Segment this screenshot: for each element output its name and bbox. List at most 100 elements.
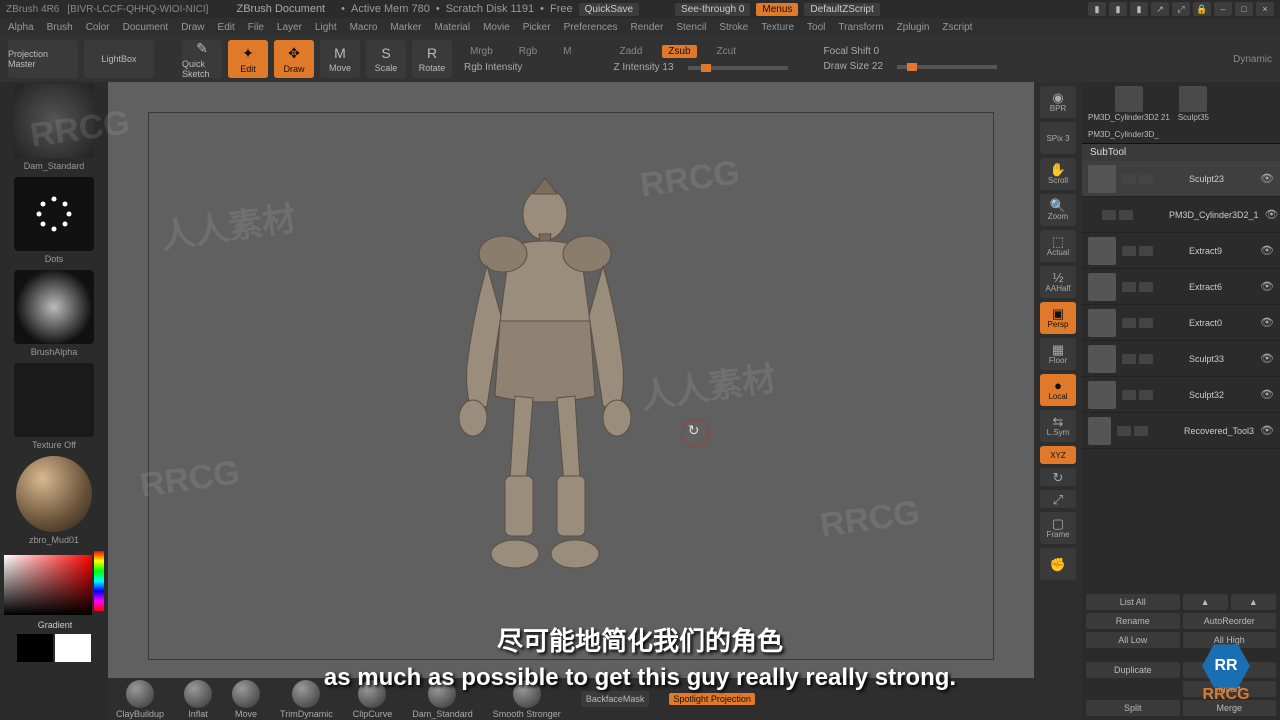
mrgb-toggle[interactable]: Mrgb xyxy=(464,45,499,58)
menu-material[interactable]: Material xyxy=(435,22,471,33)
material-thumbnail[interactable] xyxy=(16,456,92,532)
xyz-button[interactable]: XYZ xyxy=(1040,446,1076,464)
spix-button[interactable]: SPix 3 xyxy=(1040,122,1076,154)
subtool-row[interactable]: PM3D_Cylinder3D2_1👁 xyxy=(1082,197,1280,233)
draw-button[interactable]: ✥Draw xyxy=(274,40,314,78)
stroke-thumbnail[interactable] xyxy=(14,177,94,251)
backface-mask-toggle[interactable]: BackfaceMask xyxy=(581,691,650,707)
titlebar-icon[interactable]: ▮ xyxy=(1088,2,1106,16)
zoom-button[interactable]: 🔍Zoom xyxy=(1040,194,1076,226)
menu-texture[interactable]: Texture xyxy=(761,22,794,33)
texture-thumbnail[interactable] xyxy=(14,363,94,437)
scale-button[interactable]: SScale xyxy=(366,40,406,78)
eye-icon[interactable]: 👁 xyxy=(1260,280,1274,293)
zcut-toggle[interactable]: Zcut xyxy=(711,45,742,58)
hue-bar[interactable] xyxy=(94,551,104,611)
dynamic-toggle[interactable]: Dynamic xyxy=(1233,54,1272,65)
subtool-header[interactable]: SubTool xyxy=(1082,143,1280,161)
menu-file[interactable]: File xyxy=(248,22,264,33)
subtool-row[interactable]: Sculpt32👁 xyxy=(1082,377,1280,413)
hand-button[interactable]: ✊ xyxy=(1040,548,1076,580)
menu-tool[interactable]: Tool xyxy=(807,22,825,33)
titlebar-icon[interactable]: ⤢ xyxy=(1172,2,1190,16)
edit-button[interactable]: ✦Edit xyxy=(228,40,268,78)
menu-alpha[interactable]: Alpha xyxy=(8,22,34,33)
close-icon[interactable]: × xyxy=(1256,2,1274,16)
expand-button[interactable]: ⤢ xyxy=(1040,490,1076,508)
minimize-icon[interactable]: – xyxy=(1214,2,1232,16)
persp-button[interactable]: ▣Persp xyxy=(1040,302,1076,334)
menu-movie[interactable]: Movie xyxy=(483,22,510,33)
menu-stencil[interactable]: Stencil xyxy=(676,22,706,33)
list-all-button[interactable]: List All xyxy=(1086,594,1180,610)
rgb-toggle[interactable]: Rgb xyxy=(513,45,543,58)
quicksave-button[interactable]: QuickSave xyxy=(579,3,639,16)
menu-brush[interactable]: Brush xyxy=(47,22,73,33)
frame-button[interactable]: ▢Frame xyxy=(1040,512,1076,544)
split-button[interactable]: Split xyxy=(1086,700,1180,716)
m-toggle[interactable]: M xyxy=(557,45,577,58)
subtool-row[interactable]: Extract9👁 xyxy=(1082,233,1280,269)
menu-marker[interactable]: Marker xyxy=(390,22,421,33)
default-zscript-button[interactable]: DefaultZScript xyxy=(804,3,879,16)
eye-icon[interactable]: 👁 xyxy=(1265,208,1279,221)
titlebar-icon[interactable]: ▮ xyxy=(1109,2,1127,16)
eye-icon[interactable]: 👁 xyxy=(1260,352,1274,365)
menu-macro[interactable]: Macro xyxy=(350,22,378,33)
zsub-toggle[interactable]: Zsub xyxy=(662,45,696,58)
menu-light[interactable]: Light xyxy=(315,22,337,33)
eye-icon[interactable]: 👁 xyxy=(1260,424,1274,437)
menu-zplugin[interactable]: Zplugin xyxy=(897,22,930,33)
scroll-button[interactable]: ✋Scroll xyxy=(1040,158,1076,190)
maximize-icon[interactable]: □ xyxy=(1235,2,1253,16)
menu-render[interactable]: Render xyxy=(631,22,664,33)
menu-layer[interactable]: Layer xyxy=(277,22,302,33)
menu-preferences[interactable]: Preferences xyxy=(564,22,618,33)
quicksketch-button[interactable]: ✎Quick Sketch xyxy=(182,40,222,78)
lsym-button[interactable]: ⇆L.Sym xyxy=(1040,410,1076,442)
aahalf-button[interactable]: ½AAHalf xyxy=(1040,266,1076,298)
z-intensity-slider[interactable] xyxy=(688,66,788,70)
tool-item[interactable]: Sculpt35 xyxy=(1178,86,1209,122)
menus-button[interactable]: Menus xyxy=(756,3,798,16)
floor-button[interactable]: ▦Floor xyxy=(1040,338,1076,370)
eye-icon[interactable]: 👁 xyxy=(1260,388,1274,401)
spotlight-projection-toggle[interactable]: Spotlight Projection xyxy=(669,693,755,705)
subtool-row[interactable]: Extract0👁 xyxy=(1082,305,1280,341)
alpha-thumbnail[interactable] xyxy=(14,270,94,344)
menu-transform[interactable]: Transform xyxy=(838,22,883,33)
menu-draw[interactable]: Draw xyxy=(181,22,204,33)
menu-picker[interactable]: Picker xyxy=(523,22,551,33)
menu-stroke[interactable]: Stroke xyxy=(719,22,748,33)
zadd-toggle[interactable]: Zadd xyxy=(614,45,649,58)
subtool-row[interactable]: Sculpt23👁 xyxy=(1082,161,1280,197)
subtool-row[interactable]: Recovered_Tool3👁 xyxy=(1082,413,1280,449)
brush-thumbnail[interactable] xyxy=(14,84,94,158)
eye-icon[interactable]: 👁 xyxy=(1260,244,1274,257)
menu-zscript[interactable]: Zscript xyxy=(942,22,972,33)
titlebar-icon[interactable]: ↗ xyxy=(1151,2,1169,16)
seethrough-slider[interactable]: See-through 0 xyxy=(675,3,750,16)
rot-button[interactable]: ↻ xyxy=(1040,468,1076,486)
titlebar-icon[interactable]: 🔒 xyxy=(1193,2,1211,16)
move-up-button[interactable]: ▲ xyxy=(1183,594,1228,610)
bpr-button[interactable]: ◉BPR xyxy=(1040,86,1076,118)
color-picker[interactable] xyxy=(4,555,92,615)
menu-color[interactable]: Color xyxy=(86,22,110,33)
subtool-row[interactable]: Extract6👁 xyxy=(1082,269,1280,305)
lightbox-button[interactable]: LightBox xyxy=(84,40,154,78)
rotate-button[interactable]: RRotate xyxy=(412,40,452,78)
projection-master-button[interactable]: Projection Master xyxy=(8,40,78,78)
titlebar-icon[interactable]: ▮ xyxy=(1130,2,1148,16)
move-down-button[interactable]: ▲ xyxy=(1231,594,1276,610)
actual-button[interactable]: ⬚Actual xyxy=(1040,230,1076,262)
eye-icon[interactable]: 👁 xyxy=(1260,172,1274,185)
menu-document[interactable]: Document xyxy=(123,22,169,33)
menu-edit[interactable]: Edit xyxy=(218,22,235,33)
move-button[interactable]: MMove xyxy=(320,40,360,78)
tool-item[interactable]: PM3D_Cylinder3D2 21 xyxy=(1088,86,1170,122)
eye-icon[interactable]: 👁 xyxy=(1260,316,1274,329)
local-button[interactable]: ●Local xyxy=(1040,374,1076,406)
subtool-row[interactable]: Sculpt33👁 xyxy=(1082,341,1280,377)
draw-size-slider[interactable] xyxy=(897,65,997,69)
